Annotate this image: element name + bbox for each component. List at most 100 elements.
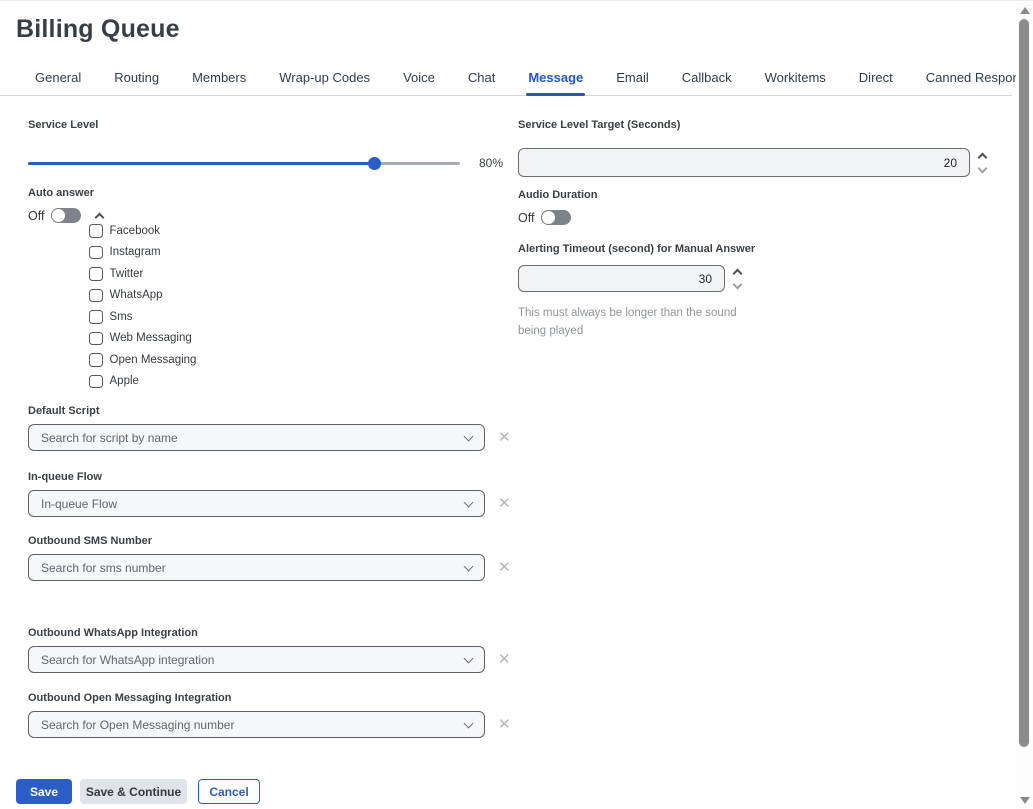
stepper-down-icon[interactable]	[733, 279, 743, 289]
clear-icon[interactable]: ✕	[498, 717, 511, 732]
checkbox-row-instagram[interactable]: Instagram	[89, 242, 196, 264]
checkbox-label: Instagram	[110, 246, 161, 258]
default-script-select[interactable]: Search for script by name	[28, 424, 485, 451]
outbound-sms-select[interactable]: Search for sms number	[28, 554, 485, 581]
vertical-scrollbar[interactable]	[1016, 1, 1033, 809]
checkbox-label: WhatsApp	[110, 289, 163, 301]
tab-chat[interactable]: Chat	[468, 70, 495, 95]
stepper-down-icon[interactable]	[978, 163, 988, 173]
checkbox-icon[interactable]	[89, 289, 103, 303]
outbound-sms-label: Outbound SMS Number	[28, 535, 523, 547]
checkbox-row-facebook[interactable]: Facebook	[89, 220, 196, 242]
tab-callback[interactable]: Callback	[682, 70, 732, 95]
alerting-timeout-input[interactable]	[518, 265, 725, 292]
checkbox-icon[interactable]	[89, 375, 103, 389]
auto-answer-toggle[interactable]	[51, 208, 81, 223]
audio-duration-field: Audio Duration Off	[518, 189, 597, 225]
service-level-target-input[interactable]	[518, 148, 970, 177]
clear-icon[interactable]: ✕	[498, 430, 511, 445]
save-and-continue-button[interactable]: Save & Continue	[80, 779, 187, 804]
tab-bar: General Routing Members Wrap-up Codes Vo…	[0, 67, 1012, 96]
auto-answer-label: Auto answer	[28, 187, 103, 199]
outbound-whatsapp-label: Outbound WhatsApp Integration	[28, 627, 523, 639]
clear-icon[interactable]: ✕	[498, 560, 511, 575]
outbound-whatsapp-field: Outbound WhatsApp Integration Search for…	[28, 627, 523, 673]
select-placeholder: Search for Open Messaging number	[41, 718, 234, 732]
select-placeholder: Search for sms number	[41, 561, 166, 575]
checkbox-row-apple[interactable]: Apple	[89, 371, 196, 393]
audio-duration-state: Off	[518, 211, 534, 225]
chevron-down-icon	[464, 561, 474, 571]
save-button[interactable]: Save	[16, 779, 72, 804]
scroll-up-icon[interactable]	[1020, 7, 1030, 14]
stepper-up-icon[interactable]	[733, 268, 743, 278]
checkbox-icon[interactable]	[89, 310, 103, 324]
tab-direct[interactable]: Direct	[859, 70, 893, 95]
chevron-down-icon	[464, 653, 474, 663]
checkbox-icon[interactable]	[89, 224, 103, 238]
service-level-field: Service Level 80%	[28, 119, 528, 170]
tab-members[interactable]: Members	[192, 70, 246, 95]
slider-track[interactable]	[28, 162, 460, 165]
outbound-whatsapp-select[interactable]: Search for WhatsApp integration	[28, 646, 485, 673]
toggle-knob	[541, 210, 556, 225]
checkbox-label: Facebook	[110, 225, 161, 237]
checkbox-icon[interactable]	[89, 332, 103, 346]
tab-routing[interactable]: Routing	[114, 70, 159, 95]
checkbox-label: Web Messaging	[110, 332, 192, 344]
checkbox-row-sms[interactable]: Sms	[89, 306, 196, 328]
scroll-down-icon[interactable]	[1020, 797, 1030, 804]
default-script-field: Default Script Search for script by name…	[28, 405, 523, 451]
tab-voice[interactable]: Voice	[403, 70, 435, 95]
outbound-sms-field: Outbound SMS Number Search for sms numbe…	[28, 535, 523, 581]
tab-email[interactable]: Email	[616, 70, 649, 95]
chevron-down-icon	[464, 718, 474, 728]
outbound-open-messaging-select[interactable]: Search for Open Messaging number	[28, 711, 485, 738]
checkbox-icon[interactable]	[89, 267, 103, 281]
auto-answer-field: Auto answer Off	[28, 187, 103, 223]
clear-icon[interactable]: ✕	[498, 496, 511, 511]
default-script-label: Default Script	[28, 405, 523, 417]
tab-wrap-up-codes[interactable]: Wrap-up Codes	[279, 70, 370, 95]
scrollbar-thumb[interactable]	[1019, 19, 1029, 747]
checkbox-icon[interactable]	[89, 246, 103, 260]
checkbox-row-web-messaging[interactable]: Web Messaging	[89, 328, 196, 350]
checkbox-row-open-messaging[interactable]: Open Messaging	[89, 349, 196, 371]
service-level-slider: 80%	[28, 156, 528, 170]
tab-workitems[interactable]: Workitems	[765, 70, 826, 95]
checkbox-row-twitter[interactable]: Twitter	[89, 263, 196, 285]
alerting-timeout-helper: This must always be longer than the soun…	[518, 304, 738, 340]
service-level-target-stepper	[979, 154, 986, 172]
channel-checkbox-list: Facebook Instagram Twitter WhatsApp Sms …	[89, 220, 196, 392]
in-queue-flow-field: In-queue Flow In-queue Flow ✕	[28, 471, 523, 517]
outbound-open-messaging-field: Outbound Open Messaging Integration Sear…	[28, 692, 523, 738]
in-queue-flow-label: In-queue Flow	[28, 471, 523, 483]
checkbox-icon[interactable]	[89, 353, 103, 367]
footer-actions: Save Save & Continue Cancel	[16, 779, 260, 804]
outbound-open-messaging-label: Outbound Open Messaging Integration	[28, 692, 523, 704]
tab-general[interactable]: General	[35, 70, 81, 95]
checkbox-label: Sms	[110, 311, 133, 323]
tab-message[interactable]: Message	[528, 70, 583, 95]
checkbox-label: Open Messaging	[110, 354, 197, 366]
service-level-label: Service Level	[28, 119, 528, 131]
slider-fill	[28, 162, 374, 165]
alerting-timeout-stepper	[734, 270, 741, 288]
service-level-value: 80%	[479, 156, 503, 170]
checkbox-label: Apple	[110, 375, 139, 387]
clear-icon[interactable]: ✕	[498, 652, 511, 667]
checkbox-row-whatsapp[interactable]: WhatsApp	[89, 285, 196, 307]
auto-answer-state: Off	[28, 209, 44, 223]
cancel-button[interactable]: Cancel	[198, 779, 260, 804]
alerting-timeout-label: Alerting Timeout (second) for Manual Ans…	[518, 243, 755, 255]
chevron-down-icon	[464, 431, 474, 441]
page-title: Billing Queue	[16, 15, 180, 44]
stepper-up-icon[interactable]	[978, 152, 988, 162]
checkbox-label: Twitter	[110, 268, 144, 280]
slider-thumb[interactable]	[368, 157, 381, 170]
select-placeholder: Search for WhatsApp integration	[41, 653, 214, 667]
in-queue-flow-select[interactable]: In-queue Flow	[28, 490, 485, 517]
audio-duration-toggle[interactable]	[541, 210, 571, 225]
chevron-down-icon	[464, 497, 474, 507]
select-placeholder: In-queue Flow	[41, 497, 117, 511]
